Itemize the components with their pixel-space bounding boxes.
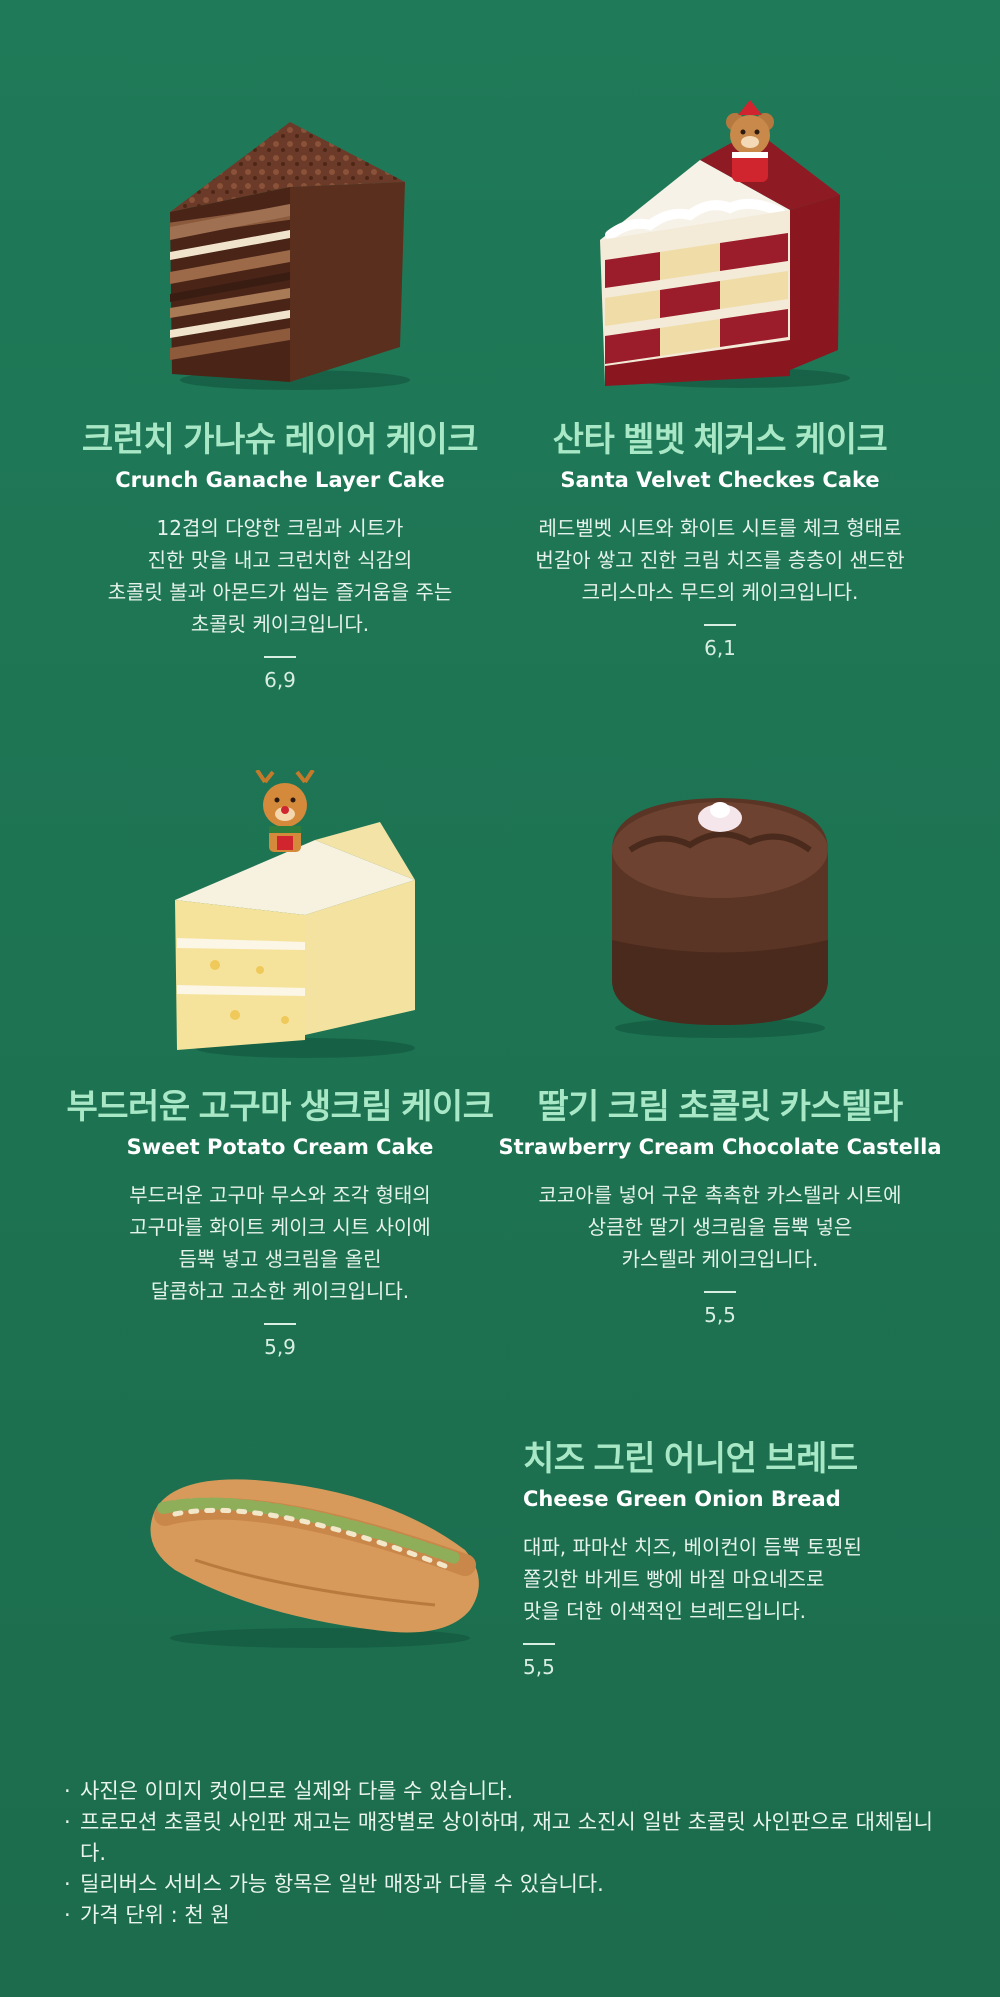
chocolate-castella-image <box>600 780 840 1040</box>
product-name-ko: 부드러운 고구마 생크림 케이크 <box>66 1088 494 1126</box>
product-name-ko: 치즈 그린 어니언 브레드 <box>523 1440 858 1478</box>
product-price: 5,9 <box>264 1335 296 1359</box>
green-onion-bread-image <box>135 1470 485 1650</box>
price-divider <box>523 1643 555 1645</box>
reindeer-topper-icon <box>255 770 315 852</box>
product-price: 5,5 <box>704 1303 736 1327</box>
notice-item: 프로모션 초콜릿 사인판 재고는 매장별로 상이하며, 재고 소진시 일반 초콜… <box>64 1807 944 1869</box>
product-name-en: Crunch Ganache Layer Cake <box>115 468 445 492</box>
price-divider <box>264 656 296 658</box>
price-divider <box>704 624 736 626</box>
notice-list: 사진은 이미지 컷이므로 실제와 다를 수 있습니다. 프로모션 초콜릿 사인판… <box>64 1776 944 1931</box>
crunch-ganache-cake-image <box>160 112 410 392</box>
price-divider <box>704 1291 736 1293</box>
product-name-ko: 딸기 크림 초콜릿 카스텔라 <box>537 1088 903 1126</box>
product-price: 6,9 <box>264 668 296 692</box>
sweet-potato-cake-image <box>165 770 425 1060</box>
notice-item: 사진은 이미지 컷이므로 실제와 다를 수 있습니다. <box>64 1776 944 1807</box>
product-price: 5,5 <box>523 1655 555 1679</box>
product-description: 부드러운 고구마 무스와 조각 형태의 고구마를 화이트 케이크 시트 사이에 … <box>129 1183 431 1303</box>
product-name-en: Sweet Potato Cream Cake <box>126 1135 434 1159</box>
product-name-ko: 크런치 가나슈 레이어 케이크 <box>81 421 479 459</box>
product-description: 코코아를 넣어 구운 촉촉한 카스텔라 시트에 상큼한 딸기 생크림을 듬뿍 넣… <box>538 1183 902 1271</box>
notice-item: 가격 단위 : 천 원 <box>64 1900 944 1931</box>
notice-item: 딜리버스 서비스 가능 항목은 일반 매장과 다를 수 있습니다. <box>64 1869 944 1900</box>
product-description: 대파, 파마산 치즈, 베이컨이 듬뿍 토핑된 쫄깃한 바게트 빵에 바질 마요… <box>523 1535 862 1623</box>
product-price: 6,1 <box>704 636 736 660</box>
santa-velvet-cake-image <box>590 100 850 390</box>
product-name-en: Cheese Green Onion Bread <box>523 1487 841 1511</box>
bear-topper-icon <box>726 100 774 182</box>
product-name-en: Strawberry Cream Chocolate Castella <box>498 1135 942 1159</box>
product-name-ko: 산타 벨벳 체커스 케이크 <box>552 421 888 459</box>
product-name-en: Santa Velvet Checkes Cake <box>560 468 880 492</box>
product-description: 12겹의 다양한 크림과 시트가 진한 맛을 내고 크런치한 식감의 초콜릿 볼… <box>107 516 453 636</box>
product-description: 레드벨벳 시트와 화이트 시트를 체크 형태로 번갈아 쌓고 진한 크림 치즈를… <box>535 516 905 604</box>
price-divider <box>264 1323 296 1325</box>
